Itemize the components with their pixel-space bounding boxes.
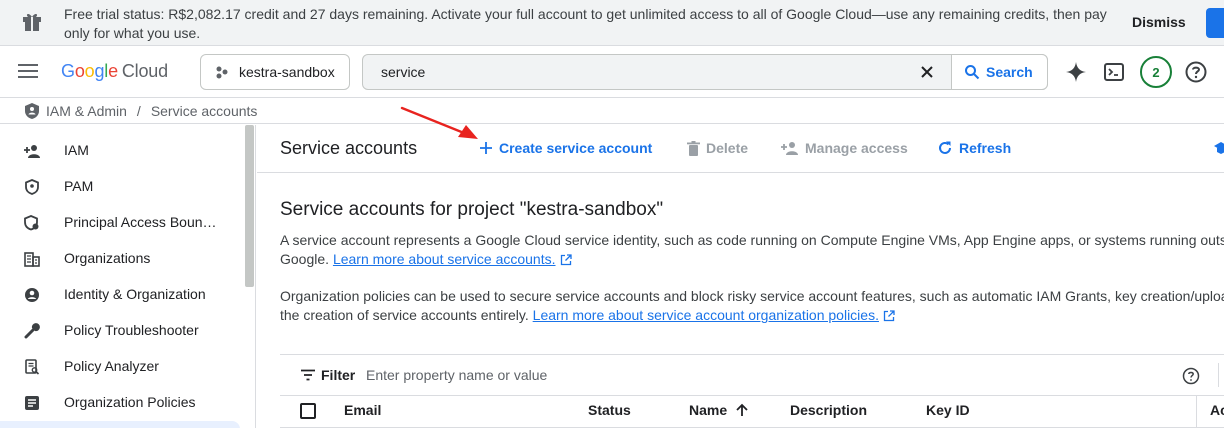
- account-circle-icon: [25, 288, 39, 302]
- learn-more-org-policies-link[interactable]: Learn more about service account organiz…: [533, 307, 879, 323]
- learn-more-service-accounts-link[interactable]: Learn more about service accounts.: [333, 251, 556, 267]
- search-input[interactable]: [363, 55, 903, 89]
- breadcrumb-separator: /: [136, 103, 141, 119]
- activate-button[interactable]: [1206, 8, 1224, 38]
- close-icon[interactable]: [919, 64, 935, 80]
- project-name: kestra-sandbox: [239, 64, 335, 80]
- filter-icon: [301, 369, 315, 381]
- sidebar-item-iam[interactable]: IAM: [0, 133, 244, 169]
- sidebar-scrollbar[interactable]: [245, 125, 254, 287]
- page-title: Service accounts: [280, 138, 418, 158]
- breadcrumb: IAM & Admin / Service accounts: [24, 102, 257, 120]
- document-search-icon: [25, 359, 40, 375]
- column-description[interactable]: Description: [790, 402, 867, 418]
- refresh-icon: [939, 141, 951, 154]
- table-header: Email Status Name Description Key ID Ac: [280, 396, 1224, 428]
- manage-access-button[interactable]: Manage access: [781, 140, 908, 156]
- annotation-arrow: [400, 106, 478, 139]
- filter-bar: Filter: [280, 354, 1224, 396]
- menu-icon[interactable]: [18, 64, 38, 78]
- shield-icon: [25, 179, 39, 195]
- breadcrumb-page: Service accounts: [150, 103, 258, 119]
- search-bar: Search: [362, 54, 1048, 90]
- refresh-button[interactable]: Refresh: [937, 140, 1011, 156]
- trial-status-text: Free trial status: R$2,082.17 credit and…: [64, 6, 1107, 41]
- person-add-icon: [24, 145, 40, 158]
- project-dots-icon: [216, 66, 228, 79]
- sidebar-item-principal-access-boundary[interactable]: Principal Access Boun…: [0, 205, 244, 241]
- column-email[interactable]: Email: [344, 402, 381, 418]
- filter-label: Filter: [321, 367, 356, 383]
- help-icon[interactable]: [1182, 367, 1200, 385]
- external-link-icon: [883, 310, 895, 322]
- section-heading: Service accounts for project "kestra-san…: [280, 199, 664, 220]
- sidebar-item-identity-organization[interactable]: Identity & Organization: [0, 277, 244, 313]
- list-box-icon: [25, 396, 39, 410]
- sort-ascending-icon: [736, 403, 748, 416]
- google-cloud-logo[interactable]: Google Cloud: [61, 61, 168, 82]
- sidebar-item-organization-policies[interactable]: Organization Policies: [0, 385, 244, 421]
- help-icon[interactable]: [1184, 60, 1208, 84]
- column-name[interactable]: Name: [689, 402, 749, 418]
- dismiss-button[interactable]: Dismiss: [1132, 14, 1186, 30]
- project-picker[interactable]: kestra-sandbox: [200, 54, 350, 90]
- gemini-icon[interactable]: [1064, 60, 1088, 84]
- notifications-badge[interactable]: 2: [1140, 56, 1172, 88]
- breadcrumb-section[interactable]: IAM & Admin: [46, 103, 127, 119]
- shield-gear-icon: [24, 215, 39, 231]
- gift-icon: [23, 13, 41, 31]
- column-key-id[interactable]: Key ID: [926, 402, 970, 418]
- external-link-icon: [560, 254, 572, 266]
- sidebar-item-policy-analyzer[interactable]: Policy Analyzer: [0, 349, 244, 385]
- filter-input[interactable]: [366, 365, 1166, 385]
- trash-icon: [687, 140, 700, 156]
- wrench-icon: [24, 323, 40, 339]
- shield-person-icon: [25, 103, 39, 119]
- sidebar-item-pam[interactable]: PAM: [0, 169, 244, 205]
- cloud-shell-icon[interactable]: [1104, 63, 1124, 81]
- person-add-icon: [781, 142, 798, 155]
- column-status[interactable]: Status: [588, 402, 631, 418]
- breadcrumb-bar: IAM & Admin / Service accounts: [0, 98, 1224, 124]
- search-icon: [965, 65, 980, 80]
- sidebar-item-policy-troubleshooter[interactable]: Policy Troubleshooter: [0, 313, 244, 349]
- sidebar-item-organizations[interactable]: Organizations: [0, 241, 244, 277]
- trial-banner: Free trial status: R$2,082.17 credit and…: [0, 0, 1224, 46]
- select-all-checkbox[interactable]: [300, 403, 316, 419]
- sidebar: IAM PAM Principal Access Boun… Organizat…: [0, 125, 256, 428]
- top-bar: GoogleCloud kestra-sandbox Search 2: [0, 46, 1224, 98]
- create-service-account-button[interactable]: Create service account: [479, 140, 652, 156]
- column-divider: [1196, 396, 1197, 428]
- learn-icon[interactable]: [1214, 141, 1224, 155]
- search-button[interactable]: Search: [951, 54, 1048, 90]
- sidebar-item-active[interactable]: [0, 421, 240, 428]
- building-icon: [24, 252, 40, 267]
- organization-policies-description: Organization policies can be used to sec…: [280, 288, 1224, 323]
- column-actions[interactable]: Ac: [1210, 402, 1224, 418]
- delete-button[interactable]: Delete: [687, 140, 748, 156]
- filter-divider: [1218, 363, 1219, 387]
- service-account-description: A service account represents a Google Cl…: [280, 232, 1224, 267]
